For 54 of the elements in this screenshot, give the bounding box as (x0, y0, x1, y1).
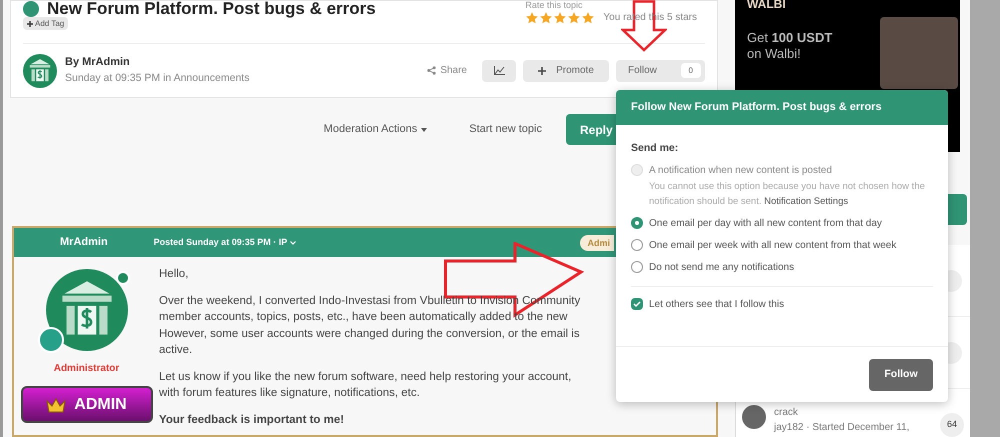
post-paragraph: Your feedback is important to me! (159, 412, 346, 428)
checkbox[interactable] (631, 298, 643, 310)
topic-title: New Forum Platform. Post bugs & errors (47, 1, 376, 17)
star-icon[interactable] (567, 10, 582, 24)
post-paragraph: Let us know if you like the new forum software, need help restoring your account, with forum features like signature, notifications, etc. (159, 370, 572, 401)
follow-button[interactable]: Follow 0 (616, 60, 705, 82)
post-author[interactable]: MrAdmin (60, 234, 108, 251)
group-badge: Admi (580, 234, 614, 250)
star-rating[interactable] (525, 10, 596, 24)
popup-title: Follow New Forum Platform. Post bugs & errors (631, 100, 882, 116)
send-me-label: Send me: (631, 141, 680, 156)
radio-button[interactable] (631, 216, 643, 229)
share-button[interactable]: Share (419, 63, 475, 78)
radio-button[interactable] (631, 238, 643, 251)
user-role: Administrator (54, 362, 120, 376)
star-icon[interactable] (553, 10, 568, 24)
follow-submit-button[interactable]: Follow (869, 358, 933, 390)
radio-label[interactable]: Do not send me any notifications (649, 260, 794, 275)
chevron-down-icon[interactable] (290, 240, 296, 244)
add-tag-button[interactable]: Add Tag (23, 17, 68, 30)
star-icon[interactable] (581, 10, 596, 24)
checkmark-icon (633, 300, 641, 308)
follow-count: 0 (680, 63, 701, 78)
start-new-topic-link[interactable]: Start new topic (469, 121, 542, 138)
radio-label[interactable]: One email per week with all new content from that week (649, 238, 896, 253)
topic-meta: jay182 · Started December 11, (774, 421, 910, 435)
topic-title-link[interactable]: crack (774, 405, 910, 420)
chart-button[interactable] (482, 60, 516, 82)
star-icon[interactable] (539, 10, 554, 24)
star-icon[interactable] (525, 10, 540, 24)
promote-button[interactable]: Promote (523, 60, 609, 82)
reply-count: 64 (940, 413, 964, 437)
rating-label: Rate this topic (525, 1, 582, 10)
user-avatar (742, 405, 766, 429)
crown-icon (46, 396, 66, 412)
shield-badge-icon (116, 271, 130, 285)
rank-text: ADMIN (74, 394, 127, 414)
caret-icon (421, 128, 428, 132)
radio-button[interactable] (631, 260, 643, 273)
radio-label[interactable]: One email per day with all new content from that day (649, 216, 882, 231)
checkbox-label[interactable]: Let others see that I follow this (649, 296, 784, 312)
moderation-actions-menu[interactable]: Moderation Actions (324, 121, 428, 138)
share-icon (427, 66, 436, 75)
chart-icon (494, 66, 504, 75)
post-meta: Sunday at 09:35 PM in Announcements (65, 70, 250, 86)
leaf-badge-icon (38, 327, 64, 353)
ad-headline: Get 100 USDT (747, 30, 834, 46)
post-date: Posted Sunday at 09:35 PM · IP (154, 236, 288, 249)
author-name[interactable]: By MrAdmin (65, 54, 250, 71)
ad-brand: WALBI (747, 0, 787, 10)
option-hint: You cannot use this option because you have not chosen how the notification should be sent. Notification Settings (649, 180, 926, 209)
post-paragraph: Hello, (159, 267, 190, 282)
ad-subline: on Walbi! (747, 46, 802, 62)
author-avatar (23, 54, 57, 88)
